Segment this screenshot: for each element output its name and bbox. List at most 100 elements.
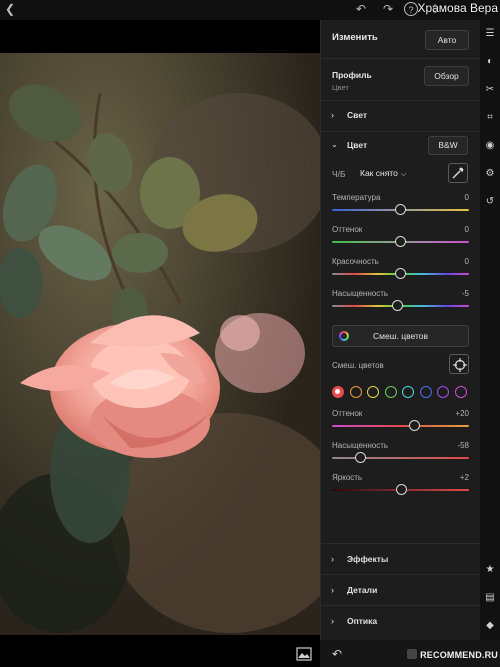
browse-profiles-button[interactable]: Обзор bbox=[424, 66, 469, 86]
slider-thumb[interactable] bbox=[391, 300, 403, 311]
slider-value: +2 bbox=[459, 473, 469, 482]
watermark-site-text: RECOMMEND.RU bbox=[420, 650, 498, 660]
slider-thumb[interactable] bbox=[408, 420, 420, 431]
reset-icon[interactable]: ↶ bbox=[332, 647, 342, 661]
eyedropper-button[interactable] bbox=[448, 163, 468, 183]
slider-label: Насыщенность bbox=[332, 289, 389, 298]
comment-icon[interactable]: ▤ bbox=[484, 592, 496, 604]
redo-icon[interactable]: ↷ bbox=[381, 2, 395, 16]
slider-thumb[interactable] bbox=[395, 204, 406, 215]
slider-tint[interactable]: Оттенок 0 bbox=[332, 225, 469, 255]
compare-icon[interactable] bbox=[296, 647, 312, 661]
treatment-select[interactable]: Как снято ⌵ bbox=[360, 168, 406, 179]
slider-mix-hue[interactable]: Оттенок +20 bbox=[332, 409, 469, 439]
divider bbox=[321, 131, 481, 132]
crop-icon[interactable]: ⌗ bbox=[484, 112, 496, 124]
color-swatch[interactable] bbox=[367, 386, 379, 398]
slider-track bbox=[332, 425, 469, 427]
color-swatch[interactable] bbox=[454, 386, 467, 398]
edit-panel: Изменить Авто Профиль Цвет Обзор › Свет … bbox=[320, 20, 481, 667]
color-swatch[interactable] bbox=[332, 386, 344, 398]
slider-value: +20 bbox=[455, 409, 469, 418]
top-bar: ❮ ↶ ↷ ? ⇧ Храмова Вера bbox=[0, 0, 500, 20]
tag-icon[interactable]: ◆ bbox=[484, 620, 496, 632]
slider-value: -5 bbox=[461, 289, 469, 298]
tool-strip: ☰ ◐ ✂ ⌗ ◉ ⚙ ↺ ★ ▤ ◆ bbox=[480, 20, 500, 667]
chevron-right-icon: › bbox=[331, 616, 334, 626]
chevron-right-icon: › bbox=[331, 554, 334, 564]
section-details[interactable]: › Детали bbox=[321, 581, 481, 601]
bw-button[interactable]: B&W bbox=[428, 136, 468, 155]
section-light[interactable]: › Свет bbox=[321, 106, 481, 126]
bottom-bar: ↶ RECOMMEND.RU bbox=[320, 640, 500, 667]
versions-icon[interactable]: ⚙ bbox=[484, 168, 496, 180]
section-effects[interactable]: › Эффекты bbox=[321, 550, 481, 570]
color-wheel-icon bbox=[339, 331, 349, 341]
divider bbox=[321, 100, 481, 101]
chevron-right-icon: › bbox=[331, 110, 334, 120]
history-icon[interactable]: ↺ bbox=[484, 196, 496, 208]
target-icon bbox=[453, 358, 467, 372]
sliders-icon[interactable]: ☰ bbox=[484, 28, 496, 40]
slider-mix-saturation[interactable]: Насыщенность -58 bbox=[332, 441, 469, 471]
auto-button[interactable]: Авто bbox=[425, 30, 469, 50]
slider-thumb[interactable] bbox=[395, 236, 406, 247]
eyedropper-icon bbox=[452, 167, 464, 179]
slider-thumb[interactable] bbox=[355, 452, 367, 463]
slider-temperature[interactable]: Температура 0 bbox=[332, 193, 469, 223]
heal-icon[interactable]: ✂ bbox=[484, 84, 496, 96]
slider-mix-luminance[interactable]: Яркость +2 bbox=[332, 473, 469, 503]
color-mix-button-label: Смеш. цветов bbox=[372, 331, 429, 341]
color-swatch[interactable] bbox=[349, 386, 362, 398]
section-effects-label: Эффекты bbox=[347, 554, 389, 564]
divider bbox=[321, 58, 481, 59]
slider-vibrance[interactable]: Красочность 0 bbox=[332, 257, 469, 287]
panel-title: Изменить bbox=[332, 32, 378, 43]
slider-value: 0 bbox=[464, 225, 469, 234]
color-mix-label: Смеш. цветов bbox=[332, 361, 384, 370]
treatment-label: Ч/Б bbox=[332, 169, 346, 179]
slider-track bbox=[332, 457, 469, 459]
section-light-label: Свет bbox=[347, 110, 368, 120]
slider-label: Красочность bbox=[332, 257, 379, 266]
slider-label: Насыщенность bbox=[332, 441, 389, 450]
photo-canvas bbox=[0, 20, 320, 667]
color-swatch[interactable] bbox=[437, 386, 449, 398]
divider bbox=[321, 543, 481, 544]
slider-label: Оттенок bbox=[332, 225, 363, 234]
slider-value: 0 bbox=[464, 193, 469, 202]
recommend-logo-icon bbox=[407, 649, 418, 659]
chevron-left-icon[interactable]: ❮ bbox=[2, 2, 18, 16]
treatment-value: Как снято bbox=[360, 168, 398, 178]
slider-thumb[interactable] bbox=[395, 268, 406, 279]
color-mix-button[interactable]: Смеш. цветов bbox=[332, 325, 469, 347]
masking-icon[interactable]: ◐ bbox=[484, 56, 496, 68]
watermark-site: RECOMMEND.RU bbox=[407, 649, 498, 660]
section-color-label: Цвет bbox=[347, 140, 368, 150]
presets-icon[interactable]: ◉ bbox=[484, 140, 496, 152]
section-optics[interactable]: › Оптика bbox=[321, 612, 481, 632]
help-icon[interactable]: ? bbox=[404, 2, 418, 16]
watermark-author: Храмова Вера bbox=[417, 1, 498, 15]
slider-label: Температура bbox=[332, 193, 381, 202]
color-swatches bbox=[332, 386, 469, 400]
color-swatch[interactable] bbox=[402, 386, 414, 398]
slider-saturation[interactable]: Насыщенность -5 bbox=[332, 289, 469, 319]
section-details-label: Детали bbox=[347, 585, 378, 595]
slider-label: Оттенок bbox=[332, 409, 363, 418]
chevron-down-icon: ⌄ bbox=[331, 140, 338, 149]
divider bbox=[321, 605, 481, 606]
undo-icon[interactable]: ↶ bbox=[354, 2, 368, 16]
slider-label: Яркость bbox=[332, 473, 363, 482]
color-swatch[interactable] bbox=[384, 386, 397, 398]
chevron-right-icon: › bbox=[331, 585, 334, 595]
star-icon[interactable]: ★ bbox=[484, 564, 496, 576]
slider-value: 0 bbox=[464, 257, 469, 266]
target-adjust-button[interactable] bbox=[449, 354, 469, 374]
color-swatch[interactable] bbox=[419, 386, 432, 398]
chevron-down-icon: ⌵ bbox=[400, 171, 407, 178]
photo-image[interactable] bbox=[0, 53, 320, 635]
profile-value: Цвет bbox=[332, 83, 349, 92]
slider-thumb[interactable] bbox=[396, 484, 408, 495]
slider-value: -58 bbox=[457, 441, 469, 450]
